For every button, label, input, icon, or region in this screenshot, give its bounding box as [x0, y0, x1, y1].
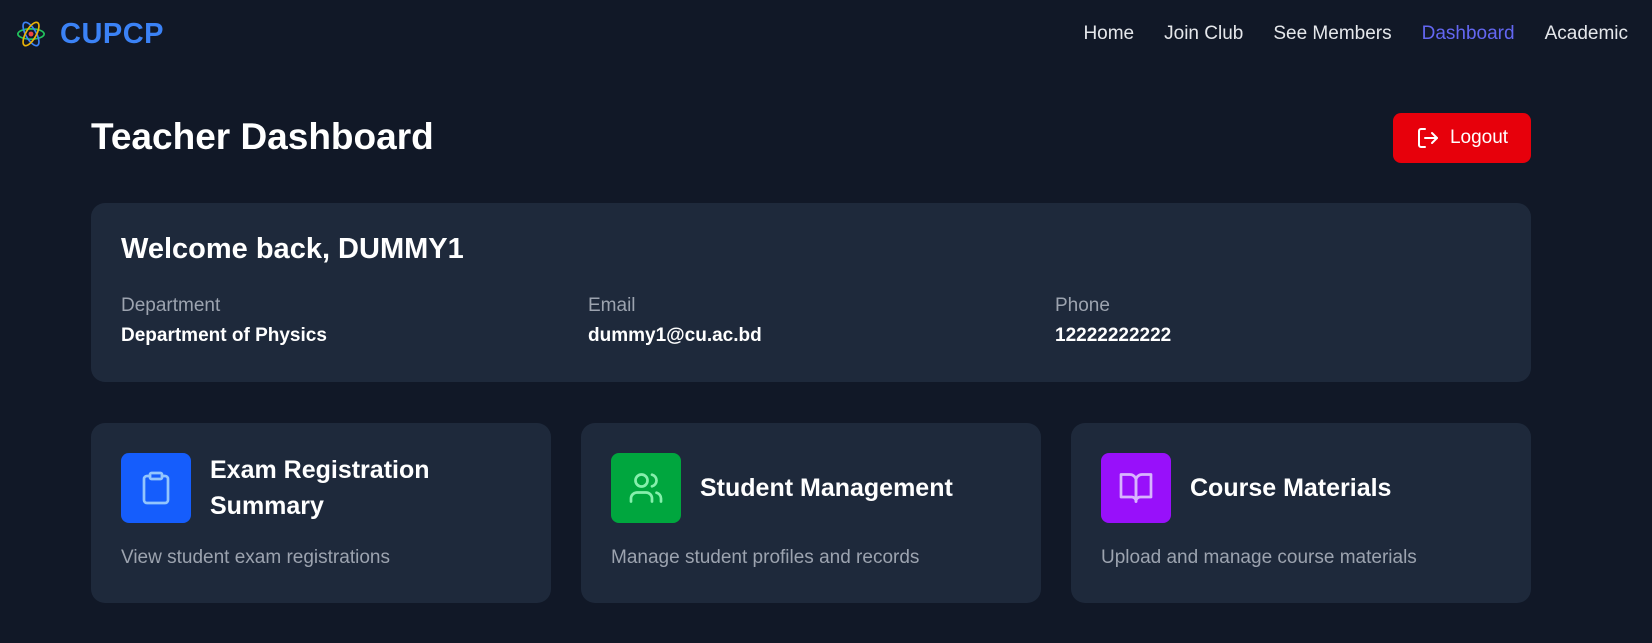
exam-registration-icon-box	[121, 453, 191, 523]
student-management-icon-box	[611, 453, 681, 523]
navbar: CUPCP Home Join Club See Members Dashboa…	[0, 0, 1652, 68]
phone-info: Phone 12222222222	[1055, 295, 1171, 347]
exam-registration-description: View student exam registrations	[121, 547, 390, 568]
logout-icon	[1417, 128, 1438, 148]
email-label: Email	[588, 295, 636, 316]
welcome-card: Welcome back, DUMMY1 Department Departme…	[91, 203, 1531, 382]
email-value: dummy1@cu.ac.bd	[588, 325, 762, 346]
users-icon	[629, 473, 663, 503]
profile-info: Department Department of Physics Email d…	[121, 295, 1501, 355]
clipboard-icon	[142, 471, 170, 505]
nav-link-dashboard[interactable]: Dashboard	[1422, 23, 1515, 45]
nav-link-academic[interactable]: Academic	[1545, 23, 1628, 45]
student-management-card[interactable]: Student Management Manage student profil…	[581, 423, 1041, 603]
email-info: Email dummy1@cu.ac.bd	[588, 295, 762, 347]
course-materials-icon-box	[1101, 453, 1171, 523]
nav-link-see-members[interactable]: See Members	[1273, 23, 1391, 45]
nav-links: Home Join Club See Members Dashboard Aca…	[1083, 23, 1628, 45]
phone-value: 12222222222	[1055, 325, 1172, 346]
course-materials-description: Upload and manage course materials	[1101, 547, 1417, 568]
nav-link-home[interactable]: Home	[1083, 23, 1134, 45]
brand[interactable]: CUPCP	[16, 18, 164, 51]
book-open-icon	[1119, 473, 1153, 503]
phone-label: Phone	[1055, 295, 1110, 316]
nav-link-join-club[interactable]: Join Club	[1164, 23, 1243, 45]
course-materials-card[interactable]: Course Materials Upload and manage cours…	[1071, 423, 1531, 603]
student-management-description: Manage student profiles and records	[611, 547, 920, 568]
student-management-title: Student Management	[700, 474, 953, 502]
department-label: Department	[121, 295, 221, 316]
page-title: Teacher Dashboard	[91, 116, 434, 157]
atom-icon	[17, 21, 45, 47]
department-value: Department of Physics	[121, 325, 327, 346]
department-info: Department Department of Physics	[121, 295, 327, 347]
course-materials-title: Course Materials	[1190, 474, 1392, 502]
logout-button[interactable]: Logout	[1393, 113, 1531, 163]
logout-label: Logout	[1449, 127, 1509, 148]
exam-registration-card[interactable]: Exam Registration Summary View student e…	[91, 423, 551, 603]
exam-registration-title: Exam Registration Summary	[210, 456, 430, 520]
brand-name: CUPCP	[60, 17, 165, 50]
welcome-title: Welcome back, DUMMY1	[121, 233, 464, 265]
